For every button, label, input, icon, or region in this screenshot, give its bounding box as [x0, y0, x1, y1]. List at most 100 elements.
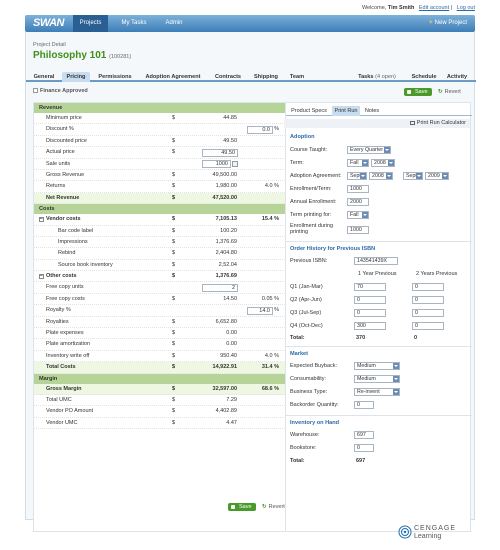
- revert-label: Revert: [444, 89, 461, 95]
- q1-year1-input[interactable]: 70: [354, 283, 386, 291]
- business-type-select[interactable]: Re-invent: [354, 388, 400, 396]
- amount: 4,402.89: [215, 408, 237, 415]
- agreement-to-year-select[interactable]: 2009: [425, 172, 449, 180]
- collapse-icon[interactable]: −: [39, 274, 44, 280]
- annual-enrollment-input[interactable]: 2000: [347, 198, 369, 206]
- consumability-select[interactable]: Medium: [354, 375, 400, 383]
- vendor-costs-label[interactable]: − Vendor costs: [39, 214, 81, 225]
- chevron-down-icon: [362, 212, 368, 218]
- previous-isbn-input[interactable]: 143541439X: [354, 257, 398, 265]
- tab-activity[interactable]: Activity: [444, 72, 470, 82]
- discount-input[interactable]: 0.0: [247, 126, 273, 135]
- field-label: Adoption Agreement:: [290, 173, 342, 179]
- field-label: Consumability:: [290, 376, 327, 382]
- bottom-revert-button[interactable]: ↻ Revert: [262, 504, 285, 510]
- q2-year1-input[interactable]: 0: [354, 296, 386, 304]
- row-label: Plate expenses: [46, 330, 84, 337]
- percent: 4.0 %: [264, 352, 279, 359]
- collapse-icon[interactable]: −: [39, 217, 44, 223]
- term-printing-select[interactable]: Fall: [347, 211, 369, 219]
- edit-account-link[interactable]: Edit account: [419, 5, 449, 11]
- row-label: Total UMC: [46, 396, 72, 403]
- q1-year2-input[interactable]: 0: [412, 283, 444, 291]
- chevron-down-icon: [384, 147, 390, 153]
- free-copy-units-input[interactable]: 2: [202, 284, 238, 293]
- currency: $: [172, 149, 176, 156]
- finance-approved-checkbox[interactable]: [33, 88, 38, 94]
- agreement-to-month-select[interactable]: Sept: [403, 172, 423, 180]
- section-title: Inventory on Hand: [290, 420, 340, 426]
- agreement-from-year-select[interactable]: 2008: [369, 172, 393, 180]
- table-row: Vendor UMC $ 4.47: [34, 418, 285, 430]
- table-row: Rebind $ 2,404.80: [34, 248, 285, 260]
- royalty-input[interactable]: 14.0: [247, 306, 273, 315]
- select-value: Medium: [357, 363, 376, 369]
- new-project-button[interactable]: + New Project: [429, 15, 467, 32]
- chevron-down-icon: [393, 389, 399, 395]
- calendar-icon[interactable]: [232, 161, 238, 168]
- amount: 100.20: [220, 227, 237, 234]
- amount: 7,105.13: [215, 216, 237, 223]
- tab-general[interactable]: General: [30, 72, 58, 82]
- enrollment-during-printing-input[interactable]: 1000: [347, 226, 369, 234]
- save-button[interactable]: Save: [404, 88, 432, 96]
- tab-contracts[interactable]: Contracts: [211, 72, 245, 82]
- tab-team[interactable]: Team: [286, 72, 308, 82]
- right-tabs: Product Specs Print Run Notes: [286, 106, 472, 116]
- select-value: Fall: [350, 212, 359, 218]
- nav-projects[interactable]: Projects: [73, 15, 108, 32]
- tab-pricing[interactable]: Pricing: [62, 72, 90, 82]
- tab-permissions[interactable]: Permissions: [94, 72, 136, 82]
- revert-icon: ↻: [262, 504, 267, 510]
- bookstore-input[interactable]: 0: [354, 444, 374, 452]
- amount: 49.50: [223, 137, 237, 144]
- row-label: Gross Revenue: [46, 171, 85, 178]
- chevron-down-icon: [360, 173, 366, 179]
- term-year-select[interactable]: 2008: [371, 159, 395, 167]
- percent: 15.4 %: [261, 216, 279, 223]
- divider: [286, 346, 472, 347]
- tab-tasks[interactable]: Tasks (4 open): [356, 72, 398, 82]
- q4-year1-input[interactable]: 300: [354, 322, 386, 330]
- currency: $: [172, 341, 176, 348]
- calculator-label: Print Run Calculator: [416, 120, 466, 126]
- enrollment-term-input[interactable]: 1000: [347, 185, 369, 193]
- agreement-from-month-select[interactable]: Sept: [347, 172, 367, 180]
- tab-shipping[interactable]: Shipping: [250, 72, 282, 82]
- tab-product-specs[interactable]: Product Specs: [288, 106, 330, 116]
- tab-print-run[interactable]: Print Run: [332, 106, 360, 116]
- tab-schedule[interactable]: Schedule: [409, 72, 439, 82]
- revert-button[interactable]: ↻ Revert: [438, 89, 461, 95]
- logout-link[interactable]: Log out: [457, 5, 475, 11]
- table-row: Net Revenue $ 47,520.00: [34, 192, 285, 205]
- q2-year2-input[interactable]: 0: [412, 296, 444, 304]
- currency: $: [172, 238, 176, 245]
- nav-my-tasks[interactable]: My Tasks: [113, 15, 155, 32]
- amount: 1,376.69: [215, 273, 237, 280]
- term-season-select[interactable]: Fall: [347, 159, 369, 167]
- other-costs-label[interactable]: − Other costs: [39, 271, 77, 282]
- divider: [286, 241, 472, 242]
- table-row: Gross Margin $ 32,597.00 68.6 %: [34, 383, 285, 395]
- expected-buyback-select[interactable]: Medium: [354, 362, 400, 370]
- print-run-calculator-button[interactable]: Print Run Calculator: [284, 119, 470, 128]
- tab-adoption-agreement[interactable]: Adoption Agreement: [140, 72, 206, 82]
- warehouse-input[interactable]: 697: [354, 431, 374, 439]
- percent-unit: %: [274, 126, 279, 133]
- chevron-down-icon: [393, 376, 399, 382]
- table-row: Returns $ 1,980.00 4.0 %: [34, 181, 285, 193]
- nav-admin[interactable]: Admin: [159, 15, 189, 32]
- q3-year1-input[interactable]: 0: [354, 309, 386, 317]
- actual-price-input[interactable]: 49.50: [202, 148, 238, 157]
- project-title: Philosophy 101: [33, 50, 107, 61]
- q3-year2-input[interactable]: 0: [412, 309, 444, 317]
- swan-logo[interactable]: SWAN: [33, 17, 65, 29]
- backorder-quantity-input[interactable]: 0: [354, 401, 374, 409]
- bottom-save-button[interactable]: Save: [228, 503, 256, 511]
- q4-year2-input[interactable]: 0: [412, 322, 444, 330]
- course-taught-select[interactable]: Every Quarter: [347, 146, 391, 154]
- tab-notes[interactable]: Notes: [362, 106, 382, 116]
- finance-approved[interactable]: Finance Approved: [33, 88, 88, 94]
- print-run-panel: Product Specs Print Run Notes Print Run …: [284, 102, 472, 532]
- sale-units-input[interactable]: 1000: [202, 160, 231, 169]
